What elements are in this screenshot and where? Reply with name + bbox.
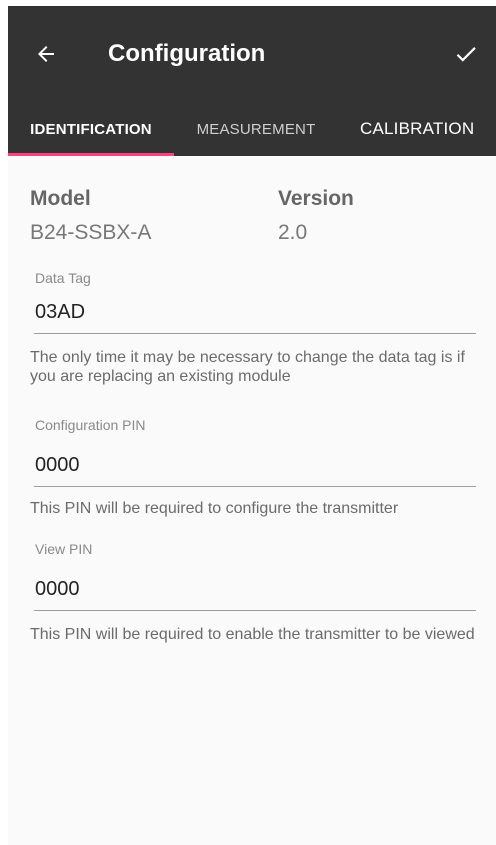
tab-measurement[interactable]: MEASUREMENT: [174, 102, 338, 156]
app-screen: Configuration IDENTIFICATION MEASUREMENT…: [8, 6, 496, 845]
check-icon: [456, 47, 476, 62]
config-pin-help: This PIN will be required to configure t…: [30, 500, 399, 517]
identification-panel: Model B24-SSBX-A Version 2.0 Data Tag Th…: [8, 156, 496, 845]
model-label: Model: [30, 187, 91, 210]
view-pin-label: View PIN: [35, 541, 93, 557]
arrow-left-icon: [38, 46, 54, 62]
data-tag-input[interactable]: [34, 297, 476, 334]
model-value: B24-SSBX-A: [30, 221, 152, 244]
tab-calibration[interactable]: CALIBRATION: [338, 102, 496, 156]
view-pin-help: This PIN will be required to enable the …: [30, 626, 475, 643]
version-label: Version: [278, 187, 354, 210]
page-title: Configuration: [108, 40, 266, 67]
tab-identification[interactable]: IDENTIFICATION: [8, 102, 174, 156]
version-value: 2.0: [278, 221, 308, 244]
tab-bar: IDENTIFICATION MEASUREMENT CALIBRATION: [8, 102, 496, 156]
app-bar: Configuration IDENTIFICATION MEASUREMENT…: [8, 6, 496, 156]
view-pin-input[interactable]: [34, 574, 476, 611]
config-pin-label: Configuration PIN: [35, 417, 146, 433]
data-tag-help: The only time it may be necessary to cha…: [30, 349, 465, 385]
config-pin-input[interactable]: [34, 450, 476, 487]
back-button[interactable]: [28, 36, 64, 72]
data-tag-label: Data Tag: [35, 270, 91, 286]
confirm-button[interactable]: [448, 36, 484, 72]
